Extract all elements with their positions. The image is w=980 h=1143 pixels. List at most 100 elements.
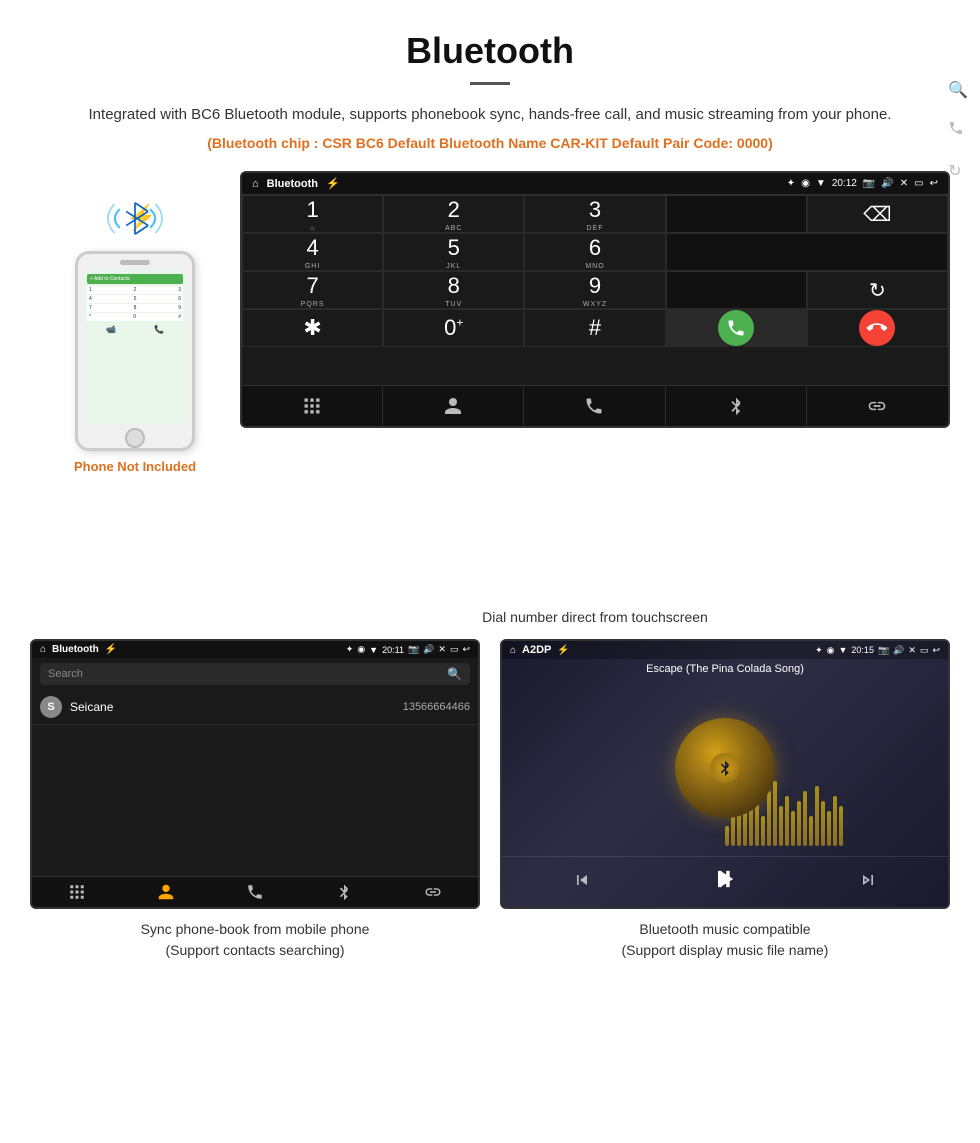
key-1[interactable]: 1⌂ <box>242 195 383 233</box>
pb-phone-btn[interactable] <box>210 883 299 901</box>
end-call-button[interactable] <box>807 309 948 347</box>
pb-bottom-bar <box>32 876 478 907</box>
end-call-icon <box>859 310 895 346</box>
pb-search-bar[interactable]: Search 🔍 <box>40 663 470 685</box>
pb-link-btn[interactable] <box>389 883 478 901</box>
phone-not-included-label: Phone Not Included <box>74 459 196 474</box>
display-area-2 <box>666 233 948 271</box>
usb-icon: ⚡ <box>326 177 340 190</box>
music-home-icon[interactable]: ⌂ <box>510 645 516 656</box>
time-display: 20:12 <box>832 178 857 189</box>
apps-button[interactable] <box>242 386 383 426</box>
link-button[interactable] <box>807 386 948 426</box>
ps-actions: 📹 📞 <box>87 325 183 334</box>
music-disc-inner <box>710 753 740 783</box>
contact-number: 13566664466 <box>403 701 470 713</box>
contacts-button[interactable] <box>383 386 524 426</box>
dial-caption: Dial number direct from touchscreen <box>210 601 980 639</box>
pb-contacts-list: S Seicane 13566664466 <box>32 690 478 876</box>
music-win-icon[interactable]: ▭ <box>920 645 929 656</box>
pb-contact-row[interactable]: S Seicane 13566664466 <box>32 690 478 725</box>
music-caption: Bluetooth music compatible(Support displ… <box>500 919 950 961</box>
volume-icon[interactable]: 🔊 <box>881 178 893 189</box>
bottom-bar <box>242 385 948 426</box>
pb-sig-icon: ▼ <box>369 645 378 655</box>
key-hash[interactable]: # <box>524 309 665 347</box>
backspace-button[interactable]: ⌫ <box>807 195 948 233</box>
ps-header: + Add to Contacts <box>87 274 183 284</box>
ps-row: 123 <box>87 286 183 294</box>
play-pause-button[interactable] <box>711 865 739 899</box>
music-screen: ⌂ A2DP ⚡ ✦ ◉ ▼ 20:15 📷 🔊 ✕ ▭ ↩ <box>502 641 948 907</box>
camera-icon[interactable]: 📷 <box>863 178 875 189</box>
key-9[interactable]: 9WXYZ <box>524 271 665 309</box>
pb-back-icon[interactable]: ↩ <box>462 644 470 655</box>
bluetooth-waves: ⚡ <box>100 191 170 251</box>
pb-win-icon[interactable]: ▭ <box>450 644 459 655</box>
header-description: Integrated with BC6 Bluetooth module, su… <box>60 103 920 127</box>
display-area <box>666 195 807 233</box>
key-star[interactable]: ✱ <box>242 309 383 347</box>
sb-left: ⌂ Bluetooth ⚡ <box>252 177 340 190</box>
close-icon[interactable]: ✕ <box>900 178 908 189</box>
header-divider <box>470 82 510 85</box>
pb-cam-icon[interactable]: 📷 <box>408 644 419 655</box>
phone-mockup: + Add to Contacts 123 456 789 *0# 📹 📞 <box>75 251 195 451</box>
next-button[interactable] <box>858 870 878 895</box>
prev-button[interactable] <box>572 870 592 895</box>
music-song-title: Escape (The Pina Colada Song) <box>502 659 948 679</box>
pb-home-icon[interactable]: ⌂ <box>40 644 46 655</box>
key-0[interactable]: 0+ <box>383 309 524 347</box>
pb-sb-left: ⌂ Bluetooth ⚡ <box>40 644 117 655</box>
music-usb-icon: ⚡ <box>557 645 569 656</box>
key-7[interactable]: 7PQRS <box>242 271 383 309</box>
key-5[interactable]: 5JKL <box>383 233 524 271</box>
pb-x-icon[interactable]: ✕ <box>438 644 446 655</box>
music-vol-icon[interactable]: 🔊 <box>893 645 904 656</box>
music-time: 20:15 <box>851 645 874 655</box>
display-area-3 <box>666 271 807 309</box>
page-title: Bluetooth <box>60 30 920 72</box>
music-sig-icon: ▼ <box>839 645 848 655</box>
header-specs: (Bluetooth chip : CSR BC6 Default Blueto… <box>60 135 920 151</box>
window-icon[interactable]: ▭ <box>914 178 923 189</box>
pb-apps-btn[interactable] <box>32 883 121 901</box>
phonebook-screenshot: ⌂ Bluetooth ⚡ ✦ ◉ ▼ 20:11 📷 🔊 ✕ ▭ ↩ <box>30 639 480 909</box>
call-button[interactable] <box>666 309 807 347</box>
music-back-icon[interactable]: ↩ <box>932 645 940 656</box>
pb-contact-btn[interactable] <box>121 883 210 901</box>
key-2[interactable]: 2ABC <box>383 195 524 233</box>
location-icon: ◉ <box>801 178 810 189</box>
music-bt-icon: ✦ <box>815 645 823 656</box>
phonebook-caption: Sync phone-book from mobile phone(Suppor… <box>30 919 480 961</box>
pb-vol-icon[interactable]: 🔊 <box>423 644 434 655</box>
music-screenshot-wrap: ⌂ A2DP ⚡ ✦ ◉ ▼ 20:15 📷 🔊 ✕ ▭ ↩ <box>500 639 950 961</box>
phone-home-button <box>125 428 145 448</box>
dial-screen-wrapper: ⌂ Bluetooth ⚡ ✦ ◉ ▼ 20:12 📷 🔊 ✕ ▭ ↩ <box>240 171 950 601</box>
music-cam-icon[interactable]: 📷 <box>878 645 889 656</box>
pb-loc-icon: ◉ <box>357 644 365 655</box>
pb-bt-icon: ✦ <box>346 644 354 655</box>
pb-bluetooth-btn[interactable] <box>300 883 389 901</box>
key-3[interactable]: 3DEF <box>524 195 665 233</box>
pb-search-icon: 🔍 <box>447 667 462 681</box>
music-screen-title: A2DP <box>522 644 551 656</box>
pb-title: Bluetooth <box>52 644 99 655</box>
music-sb-right: ✦ ◉ ▼ 20:15 📷 🔊 ✕ ▭ ↩ <box>815 645 940 656</box>
bt-icon: ✦ <box>787 178 795 189</box>
phone-button[interactable] <box>524 386 665 426</box>
back-icon[interactable]: ↩ <box>930 178 938 189</box>
phone-screen: + Add to Contacts 123 456 789 *0# 📹 📞 <box>83 270 187 423</box>
music-x-icon[interactable]: ✕ <box>908 645 916 656</box>
key-8[interactable]: 8TUV <box>383 271 524 309</box>
bluetooth-button[interactable] <box>666 386 807 426</box>
home-icon[interactable]: ⌂ <box>252 178 259 190</box>
key-4[interactable]: 4GHI <box>242 233 383 271</box>
ps-row: *0# <box>87 313 183 321</box>
key-6[interactable]: 6MNO <box>524 233 665 271</box>
call-icon <box>718 310 754 346</box>
signal-icon: ▼ <box>816 178 826 189</box>
phone-bottom <box>78 428 192 448</box>
refresh-button[interactable]: ↻ <box>807 271 948 309</box>
pb-sb-right: ✦ ◉ ▼ 20:11 📷 🔊 ✕ ▭ ↩ <box>346 644 470 655</box>
